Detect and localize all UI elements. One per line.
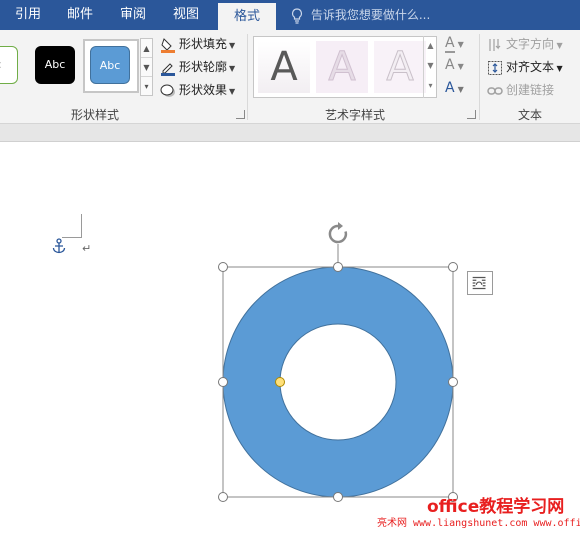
ruler-strip: [0, 124, 580, 142]
layout-options-button[interactable]: [467, 271, 493, 295]
adjust-handle[interactable]: [275, 377, 285, 387]
align-text-button[interactable]: 对齐文本 ▼: [487, 57, 563, 77]
layout-options-icon: [472, 276, 486, 290]
text-outline-button[interactable]: A ▼: [445, 57, 475, 73]
scroll-down-icon[interactable]: ▼: [424, 56, 437, 76]
tab-references[interactable]: 引用: [8, 0, 48, 30]
resize-handle-bottom-left[interactable]: [218, 492, 228, 502]
dialog-launcher-icon[interactable]: [467, 110, 476, 119]
shape-effects-icon: [160, 84, 175, 97]
tab-mailings[interactable]: 邮件: [60, 0, 100, 30]
dialog-launcher-icon[interactable]: [236, 110, 245, 119]
wordart-style-2[interactable]: A: [316, 41, 368, 93]
text-outline-icon: A: [445, 57, 455, 73]
resize-handle-top-right[interactable]: [448, 262, 458, 272]
wordart-styles-group-label: 艺术字样式: [324, 108, 385, 122]
text-group-label: 文本: [517, 108, 542, 122]
resize-handle-bottom[interactable]: [333, 492, 343, 502]
resize-handle-right[interactable]: [448, 377, 458, 387]
ribbon-tab-bar: 引用 邮件 审阅 视图 格式 告诉我您想要做什么...: [0, 0, 580, 30]
shape-outline-label: 形状轮廓: [179, 60, 228, 74]
shape-style-blue[interactable]: Abc: [90, 46, 130, 84]
shape-outline-button[interactable]: 形状轮廓 ▼: [160, 57, 235, 77]
resize-handle-top[interactable]: [333, 262, 343, 272]
chevron-down-icon: ▼: [229, 64, 236, 73]
tab-format[interactable]: 格式: [218, 3, 276, 30]
wordart-style-3[interactable]: A: [374, 41, 426, 93]
watermark-url: 亮术网 www.liangshunet.com www.office68.com: [377, 518, 580, 529]
chevron-down-icon: ▼: [457, 40, 464, 49]
text-direction-label: 文字方向: [506, 37, 555, 51]
text-direction-icon: [489, 38, 501, 51]
chevron-down-icon: ▼: [554, 64, 563, 73]
resize-handle-left[interactable]: [218, 377, 228, 387]
donut-shape-layer: [218, 222, 458, 502]
group-separator: [247, 34, 248, 120]
text-direction-button[interactable]: 文字方向 ▼: [487, 34, 563, 54]
shape-styles-group-label: 形状样式: [70, 108, 119, 122]
create-link-button[interactable]: 创建链接: [487, 80, 554, 100]
align-text-label: 对齐文本: [506, 60, 555, 74]
gallery-more-icon[interactable]: ▾: [424, 76, 437, 96]
paint-bucket-icon: [161, 37, 175, 53]
wordart-style-1[interactable]: A: [258, 41, 310, 93]
text-fill-button[interactable]: A ▼: [445, 35, 475, 53]
pen-icon: [161, 62, 175, 76]
text-effects-icon: A: [445, 80, 455, 96]
donut-shape[interactable]: [222, 266, 454, 498]
wordart-scroller: ▲ ▼ ▾: [423, 36, 437, 98]
shape-effects-button[interactable]: 形状效果 ▼: [160, 80, 235, 100]
chevron-down-icon: ▼: [457, 85, 464, 94]
align-text-icon: [488, 60, 502, 75]
ribbon: c Abc Abc ▲ ▼ ▾ 形状填充▼ 形状轮廓▼ 形状效果▼ 形状样式 A…: [0, 30, 580, 124]
shape-styles-scroller: ▲ ▼ ▾: [140, 38, 153, 96]
wordart-gallery: A A A: [253, 36, 437, 98]
gallery-more-icon[interactable]: ▾: [141, 77, 152, 96]
chevron-down-icon: ▼: [554, 41, 563, 50]
chevron-down-icon: ▼: [229, 87, 236, 96]
chevron-down-icon: ▼: [457, 62, 464, 71]
create-link-label: 创建链接: [506, 83, 555, 97]
group-separator: [479, 34, 480, 120]
tell-me-text: 告诉我您想要做什么...: [310, 8, 431, 22]
shape-effects-label: 形状效果: [179, 83, 228, 97]
document-canvas[interactable]: ↵ office教程学习网 亮术网 www.liangshunet.com ww…: [0, 142, 580, 542]
shape-fill-button[interactable]: 形状填充 ▼: [160, 34, 235, 54]
chevron-down-icon: ▼: [229, 41, 236, 50]
lightbulb-icon: [291, 7, 303, 24]
text-effects-button[interactable]: A ▼: [445, 80, 475, 96]
word-window: 引用 邮件 审阅 视图 格式 告诉我您想要做什么... c Abc Abc ▲ …: [0, 0, 580, 542]
link-icon: [487, 86, 503, 95]
tab-review[interactable]: 审阅: [113, 0, 153, 30]
text-fill-icon: A: [445, 35, 455, 53]
shape-style-black[interactable]: Abc: [35, 46, 75, 84]
scroll-down-icon[interactable]: ▼: [141, 58, 152, 77]
rotate-handle-icon[interactable]: [328, 222, 348, 244]
tell-me-box[interactable]: 告诉我您想要做什么...: [291, 0, 430, 30]
tab-view[interactable]: 视图: [166, 0, 206, 30]
scroll-up-icon[interactable]: ▲: [424, 36, 437, 56]
resize-handle-top-left[interactable]: [218, 262, 228, 272]
scroll-up-icon[interactable]: ▲: [141, 39, 152, 58]
shape-fill-label: 形状填充: [179, 37, 228, 51]
shape-style-white[interactable]: c: [0, 46, 18, 84]
